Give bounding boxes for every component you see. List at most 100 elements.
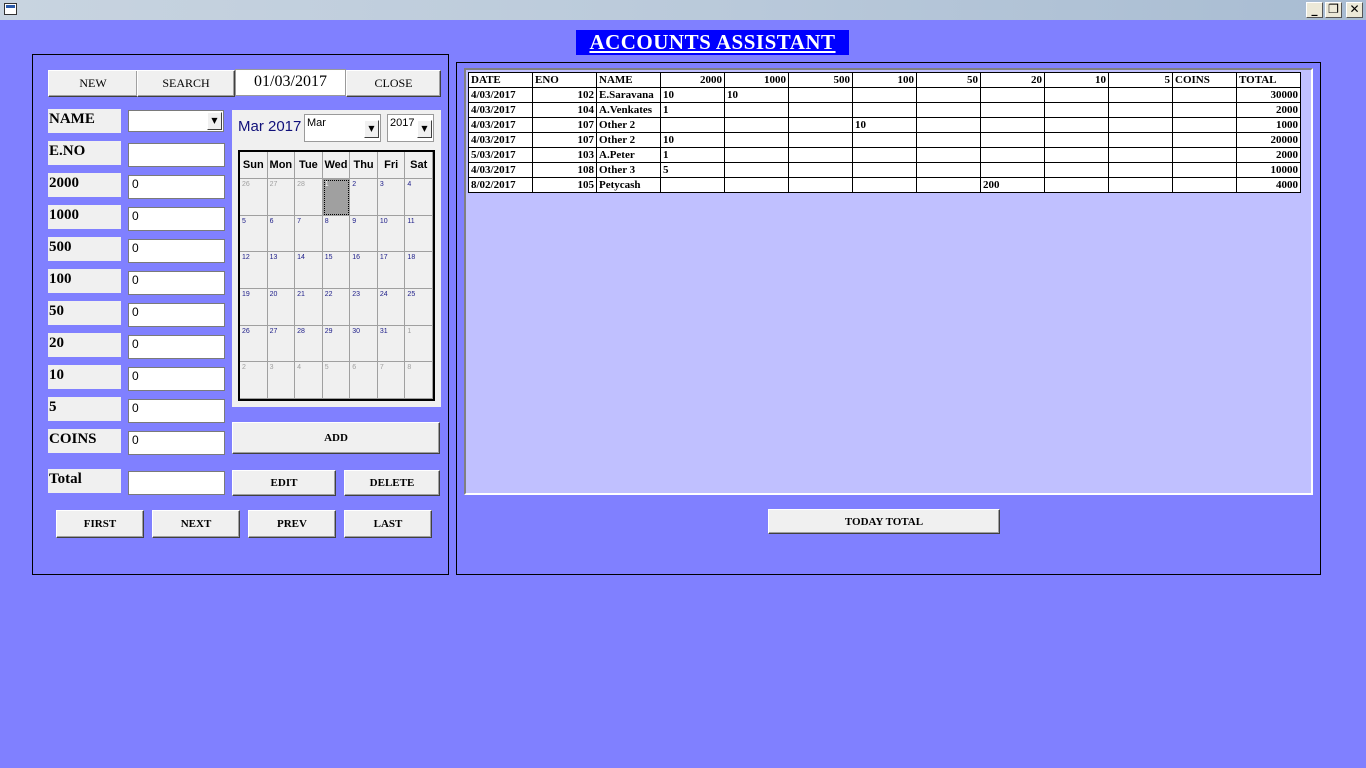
calendar-day-cell[interactable]: 1 — [405, 325, 433, 363]
calendar-day-cell[interactable]: 3 — [267, 362, 296, 399]
minimize-button[interactable]: _ — [1306, 2, 1323, 18]
table-row[interactable]: 5/03/2017 103 A.Peter 1 2000 — [468, 147, 1301, 163]
column-header[interactable]: 50 — [916, 72, 981, 88]
calendar-day-cell[interactable]: 5 — [240, 215, 268, 253]
close-window-button[interactable]: ✕ — [1346, 2, 1363, 18]
table-row[interactable]: 4/03/2017 107 Other 2 10 1000 — [468, 117, 1301, 133]
calendar-day-cell[interactable]: 2 — [350, 179, 378, 216]
calendar-day-cell[interactable]: 9 — [350, 215, 378, 253]
calendar-day-cell[interactable]: 11 — [405, 215, 433, 253]
table-row[interactable]: 4/03/2017 104 A.Venkates 1 2000 — [468, 102, 1301, 118]
search-button[interactable]: SEARCH — [137, 70, 235, 97]
table-row[interactable]: 4/03/2017 102 E.Saravana 10 10 30000 — [468, 87, 1301, 103]
close-button[interactable]: CLOSE — [346, 70, 441, 97]
calendar-day-cell[interactable]: 18 — [405, 252, 433, 289]
calendar-day-cell[interactable]: 14 — [295, 252, 323, 289]
calendar-day-cell[interactable]: 15 — [322, 252, 351, 289]
field-2000[interactable]: 0 — [128, 175, 225, 199]
field-10[interactable]: 0 — [128, 367, 225, 391]
prev-button[interactable]: PREV — [248, 510, 336, 538]
calendar-day-cell[interactable]: 31 — [377, 325, 406, 363]
calendar-day-cell[interactable]: 23 — [350, 289, 378, 326]
field-5[interactable]: 0 — [128, 399, 225, 423]
column-header[interactable]: 10 — [1044, 72, 1109, 88]
calendar-day-cell[interactable]: 6 — [267, 215, 296, 253]
table-row[interactable]: 4/03/2017 108 Other 3 5 10000 — [468, 162, 1301, 178]
field-20[interactable]: 0 — [128, 335, 225, 359]
column-header[interactable]: COINS — [1172, 72, 1237, 88]
field-coins[interactable]: 0 — [128, 431, 225, 455]
table-cell — [788, 162, 853, 178]
next-button[interactable]: NEXT — [152, 510, 240, 538]
field-eno[interactable] — [128, 143, 225, 167]
year-select[interactable]: 2017 ▼ — [387, 114, 434, 142]
column-header[interactable]: 20 — [980, 72, 1045, 88]
calendar-day-cell[interactable]: 2 — [240, 362, 268, 399]
calendar-day-cell[interactable]: 12 — [240, 252, 268, 289]
field-500[interactable]: 0 — [128, 239, 225, 263]
last-button[interactable]: LAST — [344, 510, 432, 538]
add-button[interactable]: ADD — [232, 422, 440, 454]
table-row[interactable]: 4/03/2017 107 Other 2 10 20000 — [468, 132, 1301, 148]
table-cell — [1044, 177, 1109, 193]
calendar-day-cell[interactable]: 24 — [377, 289, 406, 326]
column-header[interactable]: 1000 — [724, 72, 789, 88]
new-button[interactable]: NEW — [48, 70, 138, 97]
first-button[interactable]: FIRST — [56, 510, 144, 538]
calendar-day-cell[interactable]: 26 — [240, 325, 268, 363]
column-header[interactable]: 100 — [852, 72, 917, 88]
column-header[interactable]: DATE — [468, 72, 533, 88]
delete-button[interactable]: DELETE — [344, 470, 440, 496]
calendar-day-header: Tue — [295, 152, 323, 179]
calendar-day-cell[interactable]: 16 — [350, 252, 378, 289]
calendar-day-cell[interactable]: 6 — [350, 362, 378, 399]
calendar-day-cell[interactable]: 8 — [405, 362, 433, 399]
field-100[interactable]: 0 — [128, 271, 225, 295]
calendar-day-cell[interactable]: 3 — [377, 179, 406, 216]
calendar-day-cell[interactable]: 26 — [240, 179, 268, 216]
chevron-down-icon[interactable]: ▼ — [417, 120, 432, 138]
calendar-day-cell[interactable]: 22 — [322, 289, 351, 326]
column-header[interactable]: ENO — [532, 72, 597, 88]
column-header[interactable]: NAME — [596, 72, 661, 88]
column-header[interactable]: 2000 — [660, 72, 725, 88]
calendar-day-cell[interactable]: 27 — [267, 179, 296, 216]
field-value: 0 — [132, 433, 139, 447]
calendar-day-cell[interactable]: 7 — [377, 362, 406, 399]
label-1000: 1000 — [48, 205, 121, 229]
calendar-day-cell[interactable]: 29 — [322, 325, 351, 363]
calendar-day-cell[interactable]: 30 — [350, 325, 378, 363]
calendar-day-cell[interactable]: 21 — [295, 289, 323, 326]
calendar-day-cell[interactable]: 1 — [322, 179, 351, 216]
calendar-day-cell[interactable]: 13 — [267, 252, 296, 289]
restore-button[interactable]: ❐ — [1325, 2, 1342, 18]
calendar-day-cell[interactable]: 7 — [295, 215, 323, 253]
field-1000[interactable]: 0 — [128, 207, 225, 231]
records-grid[interactable]: DATE ENO NAME 2000 1000 500 100 50 20 10 5 COINS TOT… — [464, 68, 1313, 495]
calendar-day-cell[interactable]: 17 — [377, 252, 406, 289]
column-header[interactable]: 5 — [1108, 72, 1173, 88]
calendar-day-cell[interactable]: 28 — [295, 179, 323, 216]
chevron-down-icon[interactable]: ▼ — [364, 120, 379, 138]
chevron-down-icon[interactable]: ▼ — [207, 112, 222, 130]
calendar-day-cell[interactable]: 27 — [267, 325, 296, 363]
field-total[interactable] — [128, 471, 225, 495]
month-select[interactable]: Mar ▼ — [304, 114, 381, 142]
column-header[interactable]: 500 — [788, 72, 853, 88]
calendar-day-cell[interactable]: 10 — [377, 215, 406, 253]
calendar-day-cell[interactable]: 25 — [405, 289, 433, 326]
name-combo[interactable]: ▼ — [128, 110, 224, 132]
calendar-day-cell[interactable]: 28 — [295, 325, 323, 363]
calendar-day-cell[interactable]: 5 — [322, 362, 351, 399]
today-total-button[interactable]: TODAY TOTAL — [768, 509, 1000, 534]
field-50[interactable]: 0 — [128, 303, 225, 327]
date-field[interactable]: 01/03/2017 — [235, 69, 346, 96]
column-header[interactable]: TOTAL — [1236, 72, 1301, 88]
edit-button[interactable]: EDIT — [232, 470, 336, 496]
calendar-day-cell[interactable]: 8 — [322, 215, 351, 253]
calendar-day-cell[interactable]: 20 — [267, 289, 296, 326]
calendar-day-cell[interactable]: 4 — [405, 179, 433, 216]
table-row[interactable]: 8/02/2017 105 Petycash 200 4000 — [468, 177, 1301, 193]
calendar-day-cell[interactable]: 19 — [240, 289, 268, 326]
calendar-day-cell[interactable]: 4 — [295, 362, 323, 399]
